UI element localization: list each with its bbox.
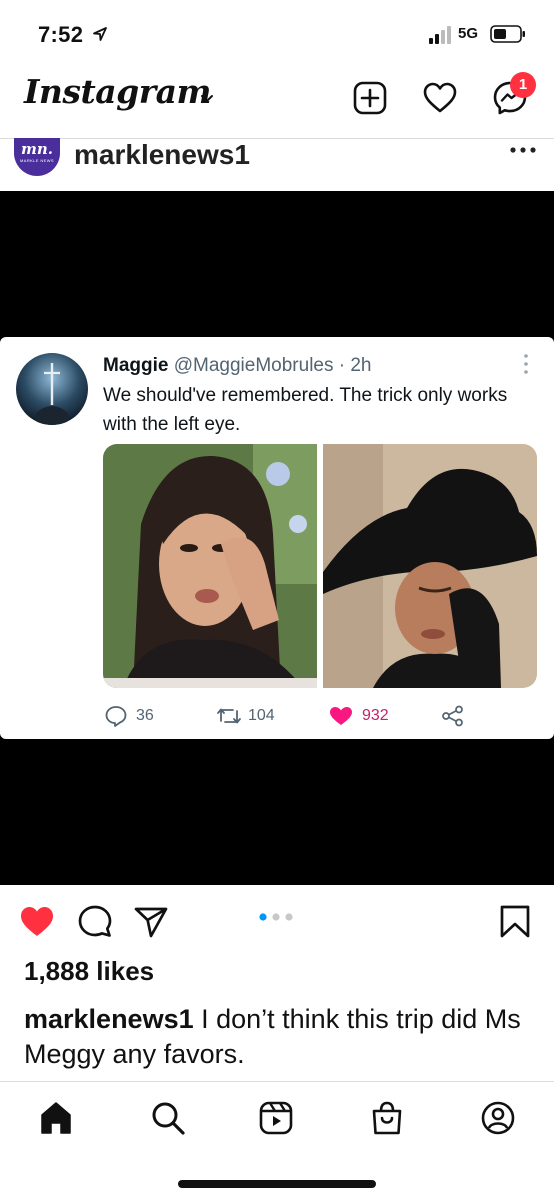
carousel-dot-1 [259,913,267,921]
app-header: Instagram 1 [0,62,554,138]
more-options-icon[interactable] [508,145,538,155]
notification-badge: 1 [510,72,536,98]
reply-icon [105,706,127,727]
carousel-dot-3 [285,913,293,921]
like-button[interactable] [18,903,56,939]
post-username[interactable]: marklenews1 [74,139,250,171]
likes-count[interactable]: 1,888 likes [24,956,154,987]
avatar[interactable]: mn. MARKLE NEWS [14,138,60,176]
post-header: mn. MARKLE NEWS marklenews1 [0,138,554,191]
network-label: 5G [458,25,479,42]
avatar-subtitle: MARKLE NEWS [20,158,54,163]
post-caption: marklenews1 I don’t think this trip did … [24,1002,534,1072]
search-icon[interactable] [150,1100,186,1136]
tweet-card: Maggie @MaggieMobrules · 2h We should've… [0,337,554,739]
home-icon[interactable] [38,1100,74,1136]
tweet-handle: @MaggieMobrules · 2h [173,355,372,376]
post-media[interactable]: Maggie @MaggieMobrules · 2h We should've… [0,191,554,885]
instagram-logo[interactable]: Instagram [24,72,211,111]
tweet-avatar-image [16,353,88,425]
tweet-text: We should've remembered. The trick only … [103,385,508,435]
comment-button[interactable] [76,903,114,939]
heart-icon[interactable] [422,80,458,116]
tweet-photo-right [323,444,537,688]
retweet-icon [217,708,241,724]
bottom-nav [0,1082,554,1200]
carousel-indicator [259,913,293,921]
new-post-icon[interactable] [352,80,388,116]
tweet-more-icon [524,354,528,374]
carousel-dot-2 [272,913,280,921]
tweet-author-name: Maggie [103,355,169,376]
tweet-header: Maggie @MaggieMobrules · 2h [103,355,372,377]
tweet-like-count: 932 [362,707,389,724]
tweet-photo-left [103,444,317,688]
retweet-count: 104 [248,707,275,724]
home-indicator [178,1180,376,1188]
battery-icon [490,25,525,43]
caption-username[interactable]: marklenews1 [24,1004,194,1034]
avatar-initials: mn. [21,140,53,158]
location-arrow-icon [93,27,107,41]
signal-icon [429,26,451,44]
tweet-share-icon [442,705,463,727]
post-action-bar [0,885,554,953]
reply-count: 36 [136,707,154,724]
profile-icon[interactable] [480,1100,516,1136]
status-bar: 7:52 5G [0,0,554,62]
tweet-heart-icon [330,707,352,725]
share-button[interactable] [132,903,170,939]
status-time: 7:52 [38,22,84,47]
save-button[interactable] [496,903,534,939]
reels-icon[interactable] [258,1100,294,1136]
shop-icon[interactable] [369,1100,405,1136]
chevron-down-icon[interactable] [200,94,214,104]
